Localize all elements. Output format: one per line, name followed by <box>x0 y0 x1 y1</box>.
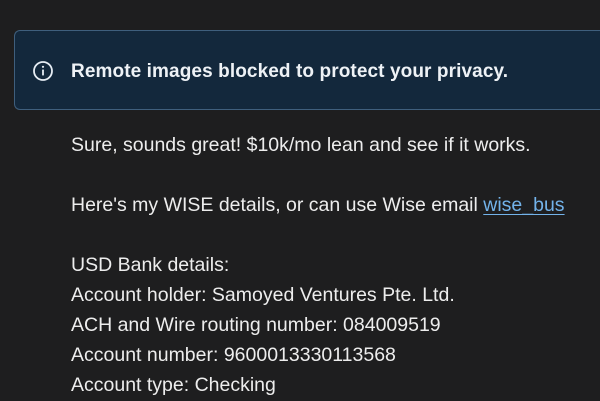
wise-intro-text: Here's my WISE details, or can use Wise … <box>71 194 484 216</box>
email-body: Sure, sounds great! $10k/mo lean and see… <box>71 130 565 400</box>
account-number-line: Account number: 9600013330113568 <box>71 344 396 366</box>
privacy-banner: Remote images blocked to protect your pr… <box>14 30 600 110</box>
routing-number-line: ACH and Wire routing number: 084009519 <box>71 314 441 336</box>
info-circle-icon <box>32 60 54 82</box>
account-type-line: Account type: Checking <box>71 374 276 396</box>
account-holder-line: Account holder: Samoyed Ventures Pte. Lt… <box>71 284 455 306</box>
bank-heading: USD Bank details: <box>71 254 230 276</box>
wise-email-link[interactable]: wise_bus <box>483 194 564 216</box>
banner-text: Remote images blocked to protect your pr… <box>71 61 509 82</box>
message-greeting: Sure, sounds great! $10k/mo lean and see… <box>71 134 531 156</box>
message-wise-line: Here's my WISE details, or can use Wise … <box>71 190 565 220</box>
